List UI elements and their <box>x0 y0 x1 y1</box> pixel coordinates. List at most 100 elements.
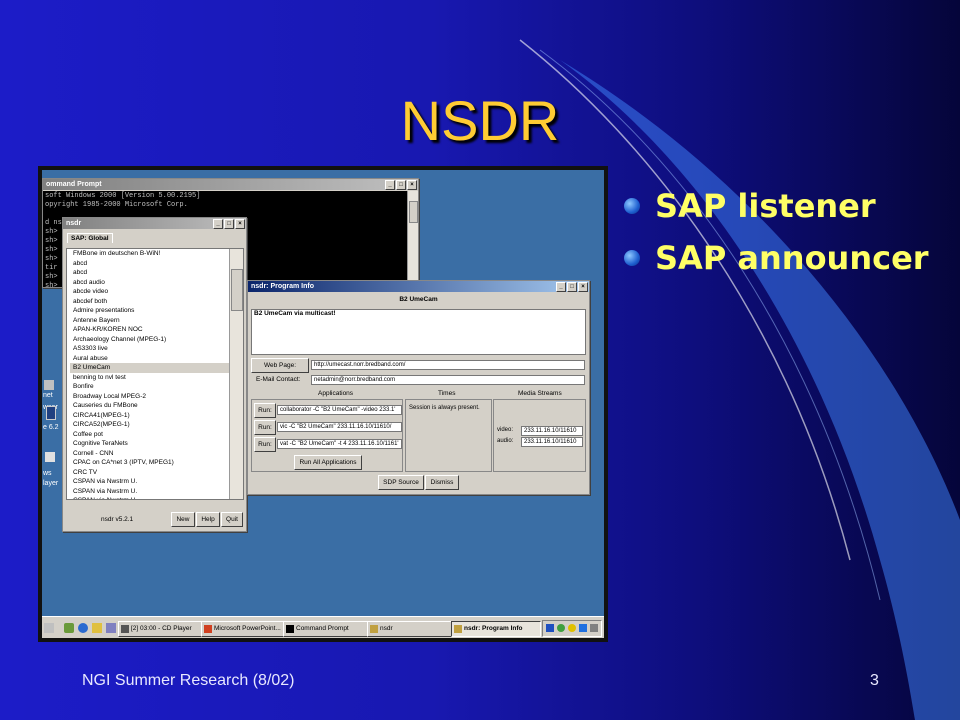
session-list-item[interactable]: CSPAN via Nwstrm U. <box>70 496 243 499</box>
run-button[interactable]: Run: <box>254 437 276 452</box>
maximize-icon[interactable]: □ <box>396 180 406 190</box>
quit-button[interactable]: Quit <box>221 512 243 527</box>
browser-quicklaunch-icon[interactable] <box>78 623 88 633</box>
maximize-icon[interactable]: □ <box>567 282 577 292</box>
help-button[interactable]: Help <box>196 512 220 527</box>
session-list-item[interactable]: Archaeology Channel (MPEG-1) <box>70 335 243 345</box>
session-list-item[interactable]: Admire presentations <box>70 306 243 316</box>
bullet-list: SAP listener SAP announcer <box>622 186 929 290</box>
session-list-item[interactable]: benning to nvl test <box>70 373 243 383</box>
session-list-item[interactable]: AS3303 live <box>70 344 243 354</box>
minimize-icon[interactable]: _ <box>385 180 395 190</box>
nsdr-title: nsdr <box>66 220 82 227</box>
dismiss-button[interactable]: Dismiss <box>425 475 459 490</box>
close-icon[interactable]: × <box>235 219 245 229</box>
sdp-source-button[interactable]: SDP Source <box>378 475 424 490</box>
session-list-item[interactable]: Cornell - CNN <box>70 449 243 459</box>
session-list-item[interactable]: abcd <box>70 268 243 278</box>
session-list-item[interactable]: Antenne Bayern <box>70 316 243 326</box>
session-list-item[interactable]: Causeries du FMBone <box>70 401 243 411</box>
taskbar-item-command-prompt[interactable]: Command Prompt <box>283 621 369 637</box>
taskbar: [2] 03:00 - CD Player Microsoft PowerPoi… <box>42 616 604 638</box>
session-list-item[interactable]: Bonfire <box>70 382 243 392</box>
powerpoint-icon <box>204 625 212 633</box>
volume-icon[interactable] <box>590 624 598 632</box>
network-icon[interactable] <box>546 624 554 632</box>
bullet-item: SAP announcer <box>622 238 929 290</box>
app-quicklaunch-icon[interactable] <box>106 623 116 633</box>
taskbar-item-nsdr[interactable]: nsdr <box>367 621 453 637</box>
desktop-icon-label: layer <box>43 480 59 487</box>
session-list[interactable]: FMBone im deutschen B-WiN! abcd abcd abcd a… <box>66 248 244 500</box>
session-description[interactable]: B2 UmeCam via multicast! <box>251 309 586 355</box>
nsdr-titlebar[interactable]: nsdr _ □ × <box>63 218 246 229</box>
folder-quicklaunch-icon[interactable] <box>92 623 102 633</box>
email-field[interactable]: netadmin@norr.bredband.com <box>311 375 585 385</box>
desktop-icon[interactable] <box>46 406 56 420</box>
app-command-field[interactable]: vic -C "B2 UmeCam" 233.11.16.10/11610/ <box>277 422 402 432</box>
session-list-item[interactable]: Cognitive TeraNets <box>70 439 243 449</box>
session-list-item[interactable]: CSPAN via Nwstrm U. <box>70 487 243 497</box>
tab-sap-global[interactable]: SAP: Global <box>67 233 113 243</box>
start-button[interactable] <box>44 623 54 633</box>
video-address-field[interactable]: 233.11.16.10/11610 <box>521 426 583 436</box>
desktop-quicklaunch-icon[interactable] <box>64 623 74 633</box>
session-list-item[interactable]: abcd <box>70 259 243 269</box>
session-list-item[interactable]: CIRCA52(MPEG-1) <box>70 420 243 430</box>
cmd-scrollbar[interactable] <box>407 191 418 287</box>
cmd-line: opyright 1985-2000 Microsoft Corp. <box>45 201 188 209</box>
program-info-window[interactable]: nsdr: Program Info _ □ × B2 UmeCam B2 UmeC… <box>247 280 590 495</box>
desktop: net wser e 6.2 ws layer ommand Prompt _□… <box>42 170 604 638</box>
audio-address-field[interactable]: 233.11.16.10/11610 <box>521 437 583 447</box>
close-icon[interactable]: × <box>407 180 417 190</box>
session-list-item[interactable]: APAN-KR/KOREN NOC <box>70 325 243 335</box>
session-list-item[interactable]: Aural abuse <box>70 354 243 364</box>
run-button[interactable]: Run: <box>254 420 276 435</box>
new-button[interactable]: New <box>171 512 195 527</box>
desktop-icon-label: ws <box>43 470 52 477</box>
page-number: 3 <box>870 672 879 689</box>
desktop-icon[interactable] <box>44 380 54 390</box>
session-list-item[interactable]: B2 UmeCam <box>70 363 243 373</box>
tray-app-icon[interactable] <box>557 624 565 632</box>
session-list-item[interactable]: CIRCA41(MPEG-1) <box>70 411 243 421</box>
minimize-icon[interactable]: _ <box>213 219 223 229</box>
tray-app-icon[interactable] <box>579 624 587 632</box>
session-list-item[interactable]: CSPAN via Nwstrm U. <box>70 477 243 487</box>
nsdr-window[interactable]: nsdr _ □ × SAP: Global FMBone im deutschen… <box>62 217 247 532</box>
run-all-button[interactable]: Run All Applications <box>294 455 362 470</box>
web-page-field[interactable]: http://umecast.norr.bredband.com/ <box>311 360 585 370</box>
times-text: Session is always present. <box>409 405 480 411</box>
minimize-icon[interactable]: _ <box>556 282 566 292</box>
bullet-text: SAP listener <box>655 187 876 225</box>
session-list-item[interactable]: FMBone im deutschen B-WiN! <box>70 249 243 259</box>
cmd-titlebar[interactable]: ommand Prompt _ □ × <box>43 179 418 190</box>
web-page-button[interactable]: Web Page: <box>251 358 309 373</box>
taskbar-item-cd-player[interactable]: [2] 03:00 - CD Player <box>118 621 202 637</box>
session-list-item[interactable]: abcde video <box>70 287 243 297</box>
maximize-icon[interactable]: □ <box>224 219 234 229</box>
session-list-scrollbar[interactable] <box>229 249 243 499</box>
run-button[interactable]: Run: <box>254 403 276 418</box>
taskbar-item-program-info[interactable]: nsdr: Program Info <box>451 621 541 637</box>
app-command-field[interactable]: vat -C "B2 UmeCam" -t 4 233.11.16.10/116… <box>277 439 402 449</box>
taskbar-item-label: [2] 03:00 - CD Player <box>131 625 192 632</box>
close-icon[interactable]: × <box>578 282 588 292</box>
nsdr-version: nsdr v5.2.1 <box>101 516 134 523</box>
session-list-item[interactable]: abcdef both <box>70 297 243 307</box>
taskbar-item-label: Microsoft PowerPoint... <box>214 625 281 632</box>
taskbar-item-powerpoint[interactable]: Microsoft PowerPoint... <box>201 621 287 637</box>
email-label: E-Mail Contact: <box>256 376 301 383</box>
desktop-icon-label: net <box>43 392 53 399</box>
tray-app-icon[interactable] <box>568 624 576 632</box>
session-list-item[interactable]: Coffee pot <box>70 430 243 440</box>
session-list-item[interactable]: Broadway Local MPEG-2 <box>70 392 243 402</box>
app-command-field[interactable]: collaborator -C "B2 UmeCam" -video 233.1… <box>277 405 402 415</box>
cmd-title: ommand Prompt <box>46 181 102 188</box>
desktop-icon[interactable] <box>45 452 55 462</box>
bullet-item: SAP listener <box>622 186 929 238</box>
session-list-item[interactable]: abcd audio <box>70 278 243 288</box>
session-list-item[interactable]: CPAC on CA*net 3 (IPTV, MPEG1) <box>70 458 243 468</box>
program-info-titlebar[interactable]: nsdr: Program Info _ □ × <box>248 281 589 292</box>
session-list-item[interactable]: CRC TV <box>70 468 243 478</box>
